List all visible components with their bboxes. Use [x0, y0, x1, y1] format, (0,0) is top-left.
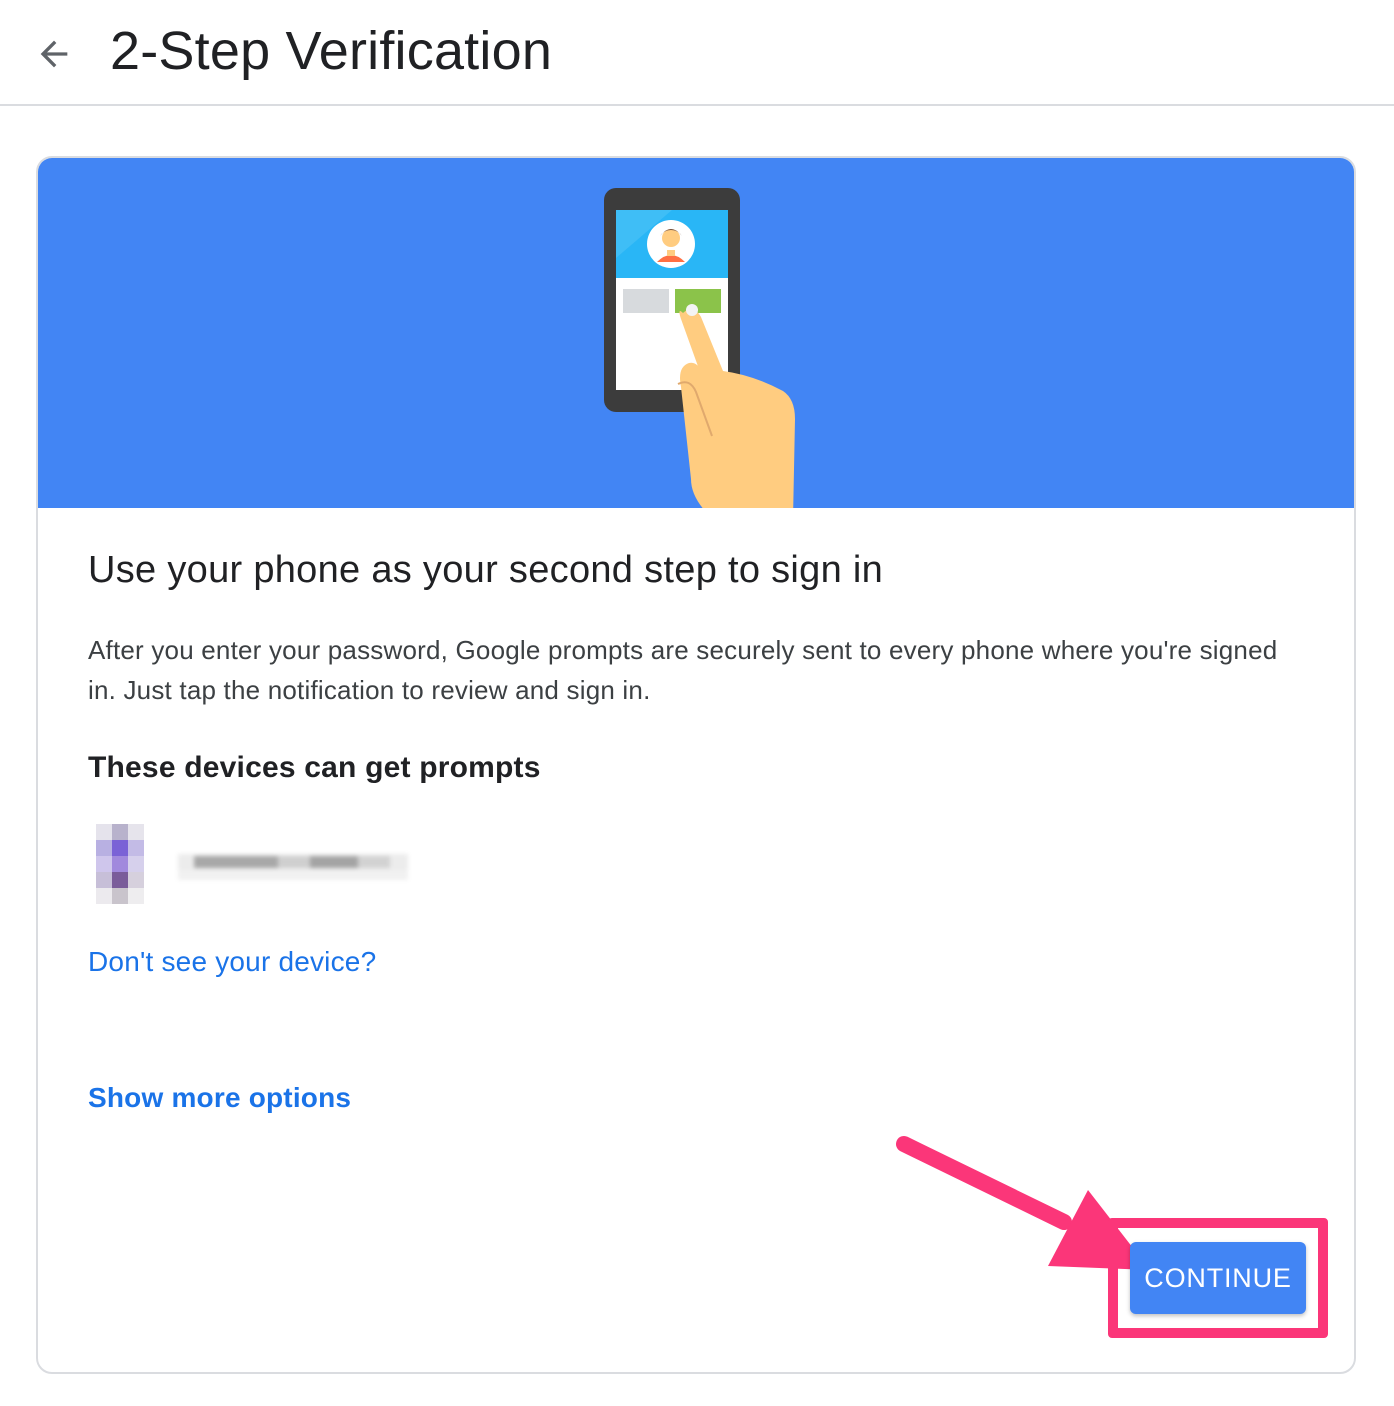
phone-tap-illustration	[604, 188, 795, 508]
dont-see-device-link[interactable]: Don't see your device?	[88, 942, 376, 982]
back-button[interactable]	[26, 26, 82, 82]
banner	[38, 158, 1354, 508]
device-list-item	[88, 808, 418, 918]
top-bar: 2-Step Verification	[0, 0, 1394, 106]
show-more-options-link[interactable]: Show more options	[88, 1078, 351, 1118]
arrow-back-icon	[40, 40, 68, 68]
devices-heading: These devices can get prompts	[88, 751, 541, 784]
device-name-redacted	[178, 838, 408, 894]
verification-card: Use your phone as your second step to si…	[36, 156, 1356, 1374]
phone-icon	[96, 824, 144, 904]
card-description: After you enter your password, Google pr…	[88, 635, 1278, 705]
continue-button[interactable]: CONTINUE	[1130, 1242, 1306, 1314]
page-title: 2-Step Verification	[110, 21, 553, 81]
card-heading: Use your phone as your second step to si…	[88, 549, 884, 591]
